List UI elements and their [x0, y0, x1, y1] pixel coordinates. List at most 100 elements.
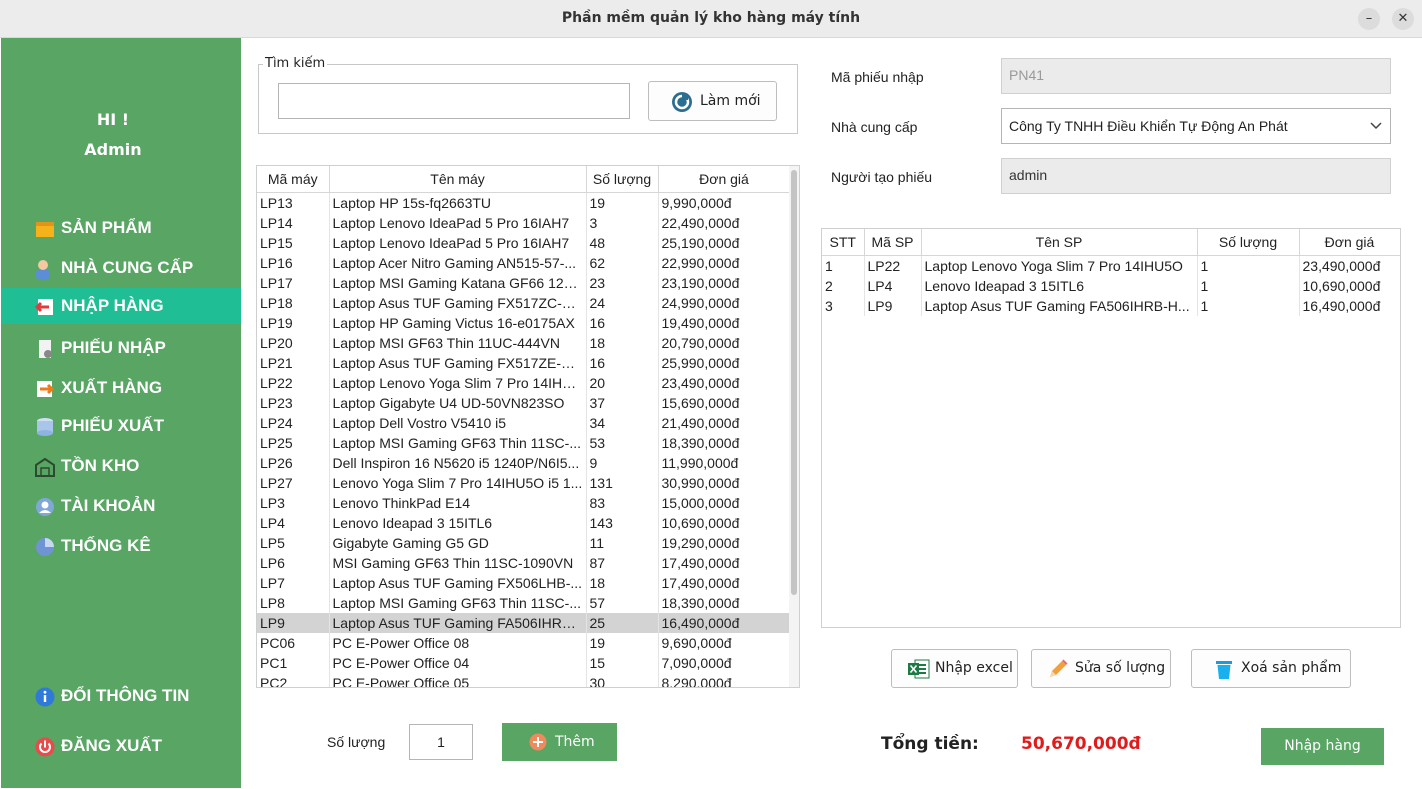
table-row[interactable]: LP3 Lenovo ThinkPad E14 83 15,000,000đ: [257, 493, 791, 513]
title-bar: Phần mềm quản lý kho hàng máy tính – ✕: [0, 0, 1422, 38]
table-cell: LP22: [257, 373, 330, 393]
sidebar-item-accounts[interactable]: TÀI KHOẢN: [1, 488, 241, 524]
table-row[interactable]: LP8 Laptop MSI Gaming GF63 Thin 11SC-... 5…: [257, 593, 791, 613]
table-row[interactable]: LP4 Lenovo Ideapad 3 15ITL6 143 10,690,000đ: [257, 513, 791, 533]
logout-button[interactable]: ĐĂNG XUẤT: [1, 728, 241, 764]
column-header[interactable]: Số lượng: [1197, 229, 1300, 256]
sidebar-item-label: NHẬP HÀNG: [61, 296, 164, 315]
quantity-input[interactable]: 1: [409, 724, 473, 760]
delete-product-button[interactable]: Xoá sản phẩm: [1191, 649, 1351, 688]
supplier-label: Nhà cung cấp: [831, 119, 918, 135]
search-input[interactable]: [278, 83, 630, 119]
table-cell: 15,690,000đ: [658, 393, 791, 413]
sidebar-item-products[interactable]: SẢN PHẨM: [1, 210, 241, 246]
table-row[interactable]: LP15 Laptop Lenovo IdeaPad 5 Pro 16IAH7 48…: [257, 233, 791, 253]
table-row[interactable]: LP27 Lenovo Yoga Slim 7 Pro 14IHU5O i5 1.…: [257, 473, 791, 493]
sidebar-item-label: THỐNG KÊ: [61, 536, 151, 555]
column-header[interactable]: Đơn giá: [1299, 229, 1400, 256]
sidebar-item-export-receipts[interactable]: PHIẾU XUẤT: [1, 408, 241, 444]
sidebar-item-inventory[interactable]: TỒN KHO: [1, 448, 241, 484]
table-row[interactable]: LP21 Laptop Asus TUF Gaming FX517ZE-H... 1…: [257, 353, 791, 373]
table-row[interactable]: LP22 Laptop Lenovo Yoga Slim 7 Pro 14IHU.…: [257, 373, 791, 393]
sidebar-item-import-receipts[interactable]: PHIẾU NHẬP: [1, 330, 241, 366]
receipt-id-label: Mã phiếu nhập: [831, 69, 924, 85]
table-cell: 37: [586, 393, 659, 413]
sidebar-item-import[interactable]: NHẬP HÀNG: [1, 288, 241, 324]
table-row[interactable]: LP20 Laptop MSI GF63 Thin 11UC-444VN 18 20,…: [257, 333, 791, 353]
table-cell: LP24: [257, 413, 330, 433]
table-row[interactable]: 3 LP9 Laptop Asus TUF Gaming FA506IHRB-H..…: [822, 296, 1400, 316]
table-row[interactable]: LP18 Laptop Asus TUF Gaming FX517ZC-H... 2…: [257, 293, 791, 313]
table-row[interactable]: LP24 Laptop Dell Vostro V5410 i5 34 21,490,…: [257, 413, 791, 433]
table-cell: 57: [586, 593, 659, 613]
table-cell: LP27: [257, 473, 330, 493]
table-row[interactable]: LP23 Laptop Gigabyte U4 UD-50VN823SO 37 15,…: [257, 393, 791, 413]
table-cell: 11,990,000đ: [658, 453, 791, 473]
table-cell: 30: [586, 673, 659, 687]
table-cell: 143: [586, 513, 659, 533]
column-header[interactable]: Mã máy: [257, 166, 330, 193]
table-cell: Laptop HP Gaming Victus 16-e0175AX: [329, 313, 587, 333]
sidebar-item-suppliers[interactable]: NHÀ CUNG CẤP: [1, 250, 241, 286]
table-row[interactable]: LP14 Laptop Lenovo IdeaPad 5 Pro 16IAH7 3 2…: [257, 213, 791, 233]
refresh-button[interactable]: Làm mới: [648, 81, 777, 121]
scrollbar-thumb[interactable]: [791, 170, 797, 595]
table-row[interactable]: PC2 PC E-Power Office 05 30 8,290,000đ: [257, 673, 791, 687]
column-header[interactable]: Tên máy: [329, 166, 587, 193]
table-cell: 25: [586, 613, 659, 633]
search-legend: Tìm kiếm: [263, 56, 328, 71]
table-cell: PC E-Power Office 08: [329, 633, 587, 653]
import-excel-button[interactable]: Nhập excel: [891, 649, 1018, 688]
table-row[interactable]: LP7 Laptop Asus TUF Gaming FX506LHB-... 18…: [257, 573, 791, 593]
table-cell: LP8: [257, 593, 330, 613]
table-cell: Lenovo ThinkPad E14: [329, 493, 587, 513]
table-cell: LP5: [257, 533, 330, 553]
table-row[interactable]: LP5 Gigabyte Gaming G5 GD 11 19,290,000đ: [257, 533, 791, 553]
column-header[interactable]: STT: [822, 229, 865, 256]
greeting: HI !: [96, 110, 130, 129]
column-header[interactable]: Tên SP: [921, 229, 1198, 256]
table-row[interactable]: LP26 Dell Inspiron 16 N5620 i5 1240P/N6I5…: [257, 453, 791, 473]
table-cell: LP4: [864, 276, 922, 296]
table-cell: MSI Gaming GF63 Thin 11SC-1090VN: [329, 553, 587, 573]
add-button[interactable]: Thêm: [502, 723, 617, 761]
sidebar-item-statistics[interactable]: THỐNG KÊ: [1, 528, 241, 564]
sidebar: HI ! Admin SẢN PHẨM NHÀ CUNG CẤP NHẬP HÀ…: [1, 38, 241, 788]
submit-import-button[interactable]: Nhập hàng: [1261, 728, 1384, 765]
table-row[interactable]: LP19 Laptop HP Gaming Victus 16-e0175AX 16…: [257, 313, 791, 333]
table-cell: Laptop Asus TUF Gaming FX517ZC-H...: [329, 293, 587, 313]
table-cell: 15,000,000đ: [658, 493, 791, 513]
column-header[interactable]: Đơn giá: [658, 166, 791, 193]
edit-quantity-button[interactable]: Sửa số lượng: [1031, 649, 1171, 688]
change-info-button[interactable]: ĐỔI THÔNG TIN: [1, 678, 241, 714]
add-label: Thêm: [555, 734, 595, 750]
statistics-icon: [36, 538, 54, 556]
table-cell: 16: [586, 353, 659, 373]
table-row[interactable]: 1 LP22 Laptop Lenovo Yoga Slim 7 Pro 14IHU…: [822, 255, 1400, 276]
table-row[interactable]: LP25 Laptop MSI Gaming GF63 Thin 11SC-...…: [257, 433, 791, 453]
table-row[interactable]: LP13 Laptop HP 15s-fq2663TU 19 9,990,000đ: [257, 192, 791, 213]
window-title: Phần mềm quản lý kho hàng máy tính: [561, 10, 861, 26]
minimize-button[interactable]: –: [1358, 8, 1380, 30]
table-row[interactable]: LP6 MSI Gaming GF63 Thin 11SC-1090VN 87 17,…: [257, 553, 791, 573]
table-row[interactable]: PC1 PC E-Power Office 04 15 7,090,000đ: [257, 653, 791, 673]
column-header[interactable]: Mã SP: [864, 229, 922, 256]
table-cell: Laptop MSI Gaming GF63 Thin 11SC-...: [329, 433, 587, 453]
table-row[interactable]: LP17 Laptop MSI Gaming Katana GF66 12U...…: [257, 273, 791, 293]
table-row[interactable]: LP9 Laptop Asus TUF Gaming FA506IHRB... 25…: [257, 613, 791, 633]
close-button[interactable]: ✕: [1392, 8, 1414, 30]
table-cell: 19,290,000đ: [658, 533, 791, 553]
column-header[interactable]: Số lượng: [586, 166, 659, 193]
table-cell: 48: [586, 233, 659, 253]
sidebar-item-export[interactable]: XUẤT HÀNG: [1, 370, 241, 406]
table-row[interactable]: PC06 PC E-Power Office 08 19 9,690,000đ: [257, 633, 791, 653]
supplier-icon: [36, 260, 50, 279]
table-row[interactable]: LP16 Laptop Acer Nitro Gaming AN515-57-..…: [257, 253, 791, 273]
products-scrollbar[interactable]: [789, 166, 799, 687]
table-cell: 1: [822, 255, 865, 276]
table-row[interactable]: 2 LP4 Lenovo Ideapad 3 15ITL6 1 10,690,000đ: [822, 276, 1400, 296]
supplier-select[interactable]: Công Ty TNHH Điều Khiển Tự Động An Phát: [1001, 108, 1391, 144]
import-excel-label: Nhập excel: [935, 660, 1013, 676]
sidebar-item-label: XUẤT HÀNG: [61, 378, 163, 397]
refresh-icon: [672, 92, 692, 112]
